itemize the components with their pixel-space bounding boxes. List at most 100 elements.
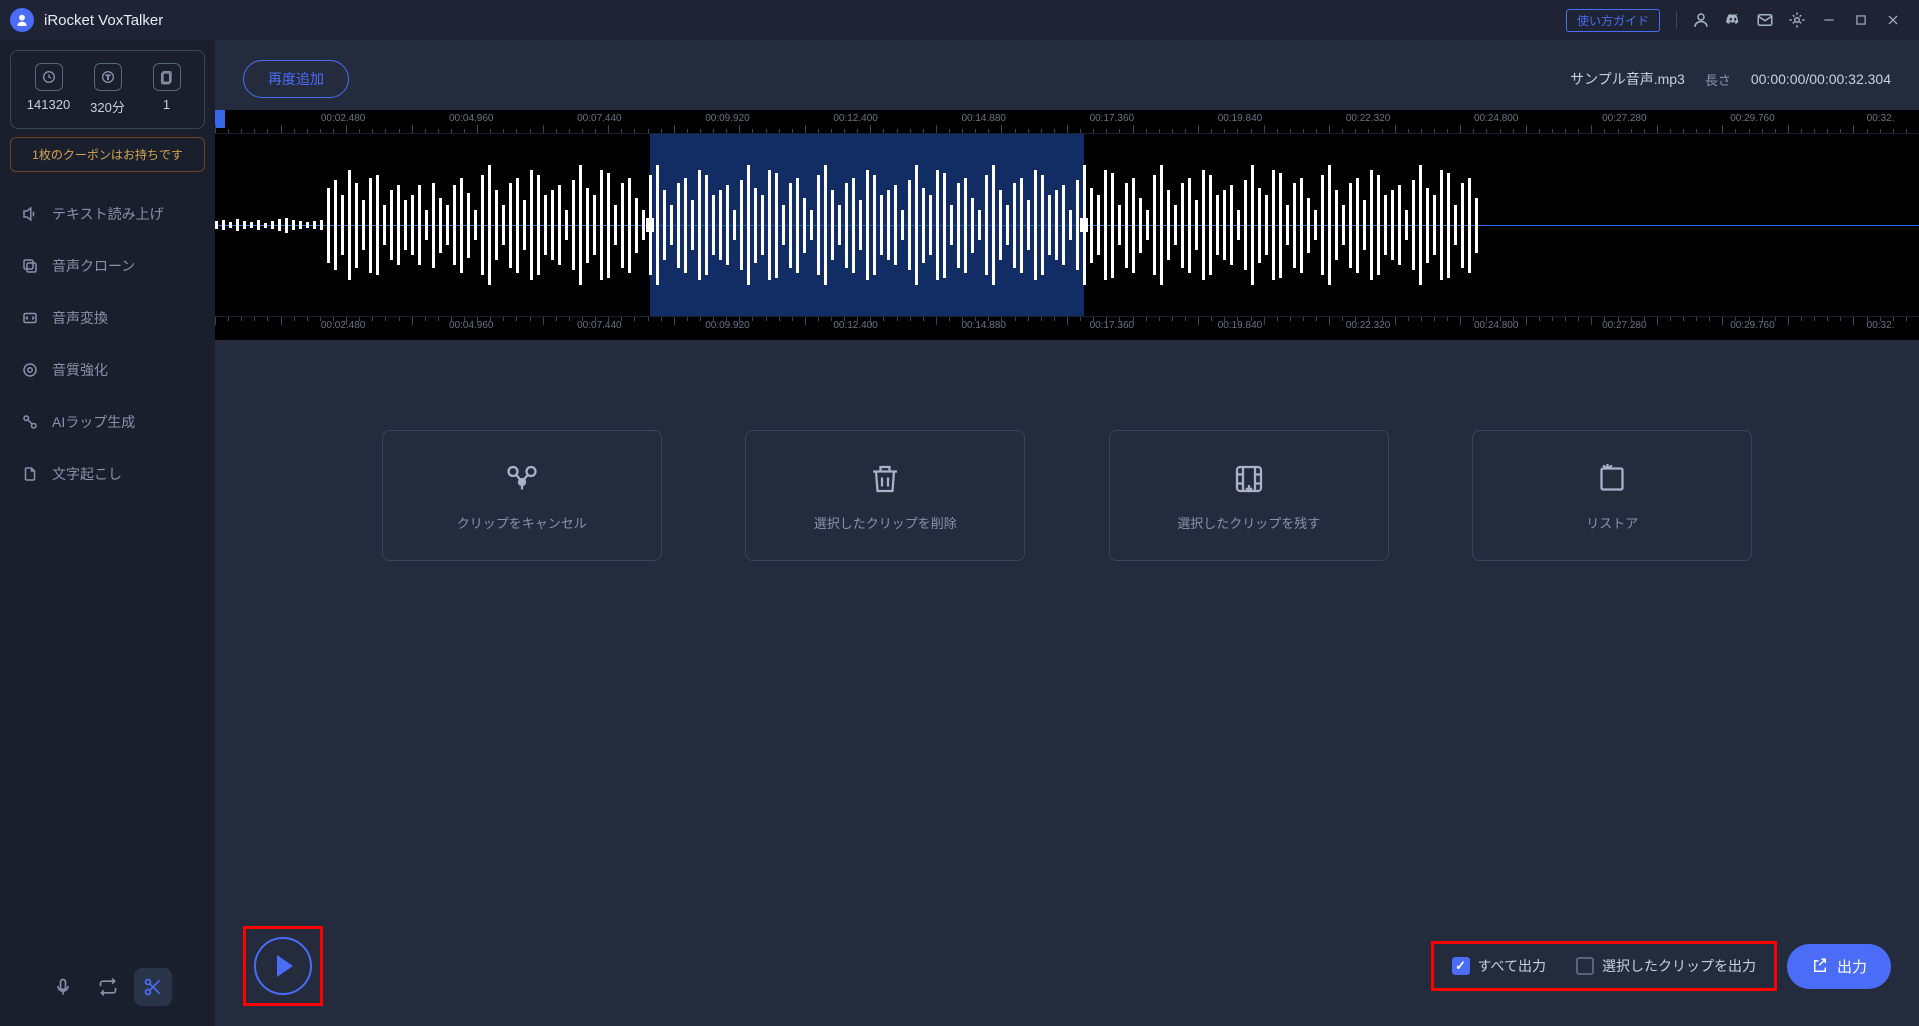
- convert-icon: [20, 308, 40, 328]
- action-label: クリップをキャンセル: [393, 513, 651, 532]
- checkbox-icon: [1576, 957, 1594, 975]
- trash-icon: [865, 459, 905, 499]
- ruler-label: 00:04.960: [449, 113, 494, 124]
- action-label: 選択したクリップを削除: [756, 513, 1014, 532]
- minimize-icon[interactable]: [1819, 10, 1839, 30]
- enhance-icon: [20, 360, 40, 380]
- stat-minutes[interactable]: T 320分: [78, 63, 137, 116]
- ruler-label: 00:22.320: [1346, 113, 1391, 124]
- license-icon: [153, 63, 181, 91]
- ruler-label: 00:07.440: [577, 320, 622, 331]
- restore-button[interactable]: リストア: [1472, 430, 1752, 561]
- checkbox-label: 選択したクリップを出力: [1602, 956, 1756, 976]
- play-highlight: [243, 926, 323, 1006]
- nav-label: 文字起こし: [52, 464, 122, 484]
- film-icon: [1229, 459, 1269, 499]
- ruler-label: 00:04.960: [449, 320, 494, 331]
- clone-icon: [20, 256, 40, 276]
- ruler-label: 00:24.800: [1474, 113, 1519, 124]
- maximize-icon[interactable]: [1851, 10, 1871, 30]
- checkbox-icon: [1452, 957, 1470, 975]
- cancel-clip-button[interactable]: クリップをキャンセル: [382, 430, 662, 561]
- stats-box: 141320 T 320分 1: [10, 50, 205, 129]
- ruler-label: 00:32.: [1867, 113, 1895, 124]
- stat-words[interactable]: 141320: [19, 63, 78, 116]
- divider: [1676, 11, 1677, 29]
- discord-icon[interactable]: [1723, 10, 1743, 30]
- ruler-label: 00:32.: [1867, 320, 1895, 331]
- export-all-checkbox[interactable]: すべて出力: [1452, 956, 1546, 976]
- bottom-tools: [10, 958, 205, 1016]
- close-icon[interactable]: [1883, 10, 1903, 30]
- nav-label: AIラップ生成: [52, 412, 135, 432]
- app-title: iRocket VoxTalker: [44, 12, 1566, 29]
- content-area: 再度追加 サンプル音声.mp3 長さ 00:00:00/00:00:32.304…: [215, 40, 1919, 1026]
- guide-button[interactable]: 使い方ガイド: [1566, 9, 1660, 32]
- words-icon: [35, 63, 63, 91]
- play-button[interactable]: [254, 937, 312, 995]
- ruler-label: 00:27.280: [1602, 320, 1647, 331]
- ruler-label: 00:02.480: [321, 113, 366, 124]
- action-label: リストア: [1483, 513, 1741, 532]
- sidebar-item-convert[interactable]: 音声変換: [10, 294, 205, 342]
- account-icon[interactable]: [1691, 10, 1711, 30]
- mail-icon[interactable]: [1755, 10, 1775, 30]
- wave-zone[interactable]: [215, 134, 1919, 316]
- titlebar: iRocket VoxTalker 使い方ガイド: [0, 0, 1919, 40]
- content-header: 再度追加 サンプル音声.mp3 長さ 00:00:00/00:00:32.304: [215, 40, 1919, 110]
- playhead-marker[interactable]: [215, 110, 225, 128]
- export-icon: [1811, 957, 1829, 975]
- loop-tool[interactable]: [89, 968, 127, 1006]
- ruler-label: 00:27.280: [1602, 113, 1647, 124]
- wave-bars: [215, 134, 1919, 316]
- sidebar-item-enhance[interactable]: 音質強化: [10, 346, 205, 394]
- bottom-bar: すべて出力 選択したクリップを出力 出力: [215, 906, 1919, 1026]
- ruler-bottom: 00:02.48000:04.96000:07.44000:09.92000:1…: [215, 316, 1919, 340]
- ruler-label: 00:14.880: [961, 320, 1006, 331]
- checkbox-label: すべて出力: [1478, 956, 1546, 976]
- svg-text:T: T: [105, 75, 109, 82]
- tts-icon: [20, 204, 40, 224]
- ruler-label: 00:29.760: [1730, 320, 1775, 331]
- sidebar-item-rap[interactable]: AIラップ生成: [10, 398, 205, 446]
- ruler-label: 00:14.880: [961, 113, 1006, 124]
- minutes-icon: T: [94, 63, 122, 91]
- ruler-label: 00:24.800: [1474, 320, 1519, 331]
- sidebar-item-tts[interactable]: テキスト読み上げ: [10, 190, 205, 238]
- sidebar-item-transcribe[interactable]: 文字起こし: [10, 450, 205, 498]
- coupon-banner[interactable]: 1枚のクーポンはお持ちです: [10, 137, 205, 172]
- scissors-cancel-icon: [502, 459, 542, 499]
- nav-label: 音声変換: [52, 308, 108, 328]
- length-label: 長さ: [1705, 70, 1731, 89]
- ruler-label: 00:22.320: [1346, 320, 1391, 331]
- settings-icon[interactable]: [1787, 10, 1807, 30]
- play-icon: [277, 955, 293, 977]
- nav-label: 音声クローン: [52, 256, 135, 276]
- app-logo: [10, 8, 34, 32]
- action-label: 選択したクリップを残す: [1120, 513, 1378, 532]
- export-highlight: すべて出力 選択したクリップを出力: [1431, 941, 1777, 991]
- keep-clip-button[interactable]: 選択したクリップを残す: [1109, 430, 1389, 561]
- export-button[interactable]: 出力: [1787, 944, 1891, 989]
- file-info: サンプル音声.mp3 長さ 00:00:00/00:00:32.304: [1570, 69, 1891, 89]
- export-selected-checkbox[interactable]: 選択したクリップを出力: [1576, 956, 1756, 976]
- mic-tool[interactable]: [44, 968, 82, 1006]
- cut-tool[interactable]: [134, 968, 172, 1006]
- sidebar-item-clone[interactable]: 音声クローン: [10, 242, 205, 290]
- sidebar: 141320 T 320分 1 1枚のクーポンはお持ちです テキスト読み上げ 音…: [0, 40, 215, 1026]
- stat-licenses[interactable]: 1: [137, 63, 196, 116]
- ruler-label: 00:09.920: [705, 320, 750, 331]
- ruler-label: 00:17.360: [1090, 113, 1135, 124]
- actions-grid: クリップをキャンセル 選択したクリップを削除 選択したクリップを残す リストア: [215, 340, 1919, 561]
- transcribe-icon: [20, 464, 40, 484]
- waveform[interactable]: 00:02.480 00:04.960 00:07.440 00:09.920 00:1…: [215, 110, 1919, 340]
- readd-button[interactable]: 再度追加: [243, 60, 349, 98]
- nav-label: テキスト読み上げ: [52, 204, 164, 224]
- delete-clip-button[interactable]: 選択したクリップを削除: [745, 430, 1025, 561]
- file-name: サンプル音声.mp3: [1570, 69, 1685, 89]
- restore-icon: [1592, 459, 1632, 499]
- ruler-label: 00:07.440: [577, 113, 622, 124]
- ruler-top: 00:02.48000:04.96000:07.44000:09.92000:1…: [215, 110, 1919, 134]
- file-time: 00:00:00/00:00:32.304: [1751, 71, 1891, 87]
- nav-label: 音質強化: [52, 360, 108, 380]
